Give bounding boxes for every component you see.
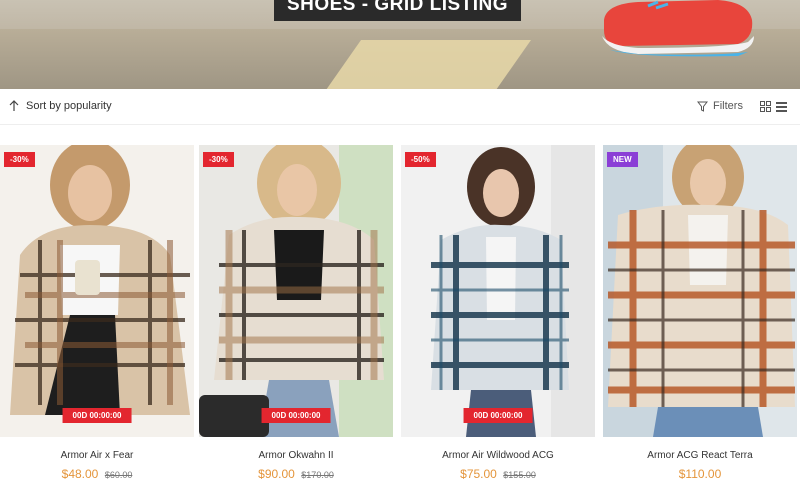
view-switcher [760,101,787,112]
product-image[interactable]: -30% 00D 00:00:00 [199,145,393,437]
original-price: $155.00 [503,470,536,480]
product-image[interactable]: -30% 00D 00:00:00 [0,145,194,437]
model-photo [603,145,795,437]
product-image[interactable]: -50% 00D 00:00:00 [401,145,595,437]
sort-label: Sort by popularity [26,100,112,112]
product-price: $48.00 $60.00 [0,465,194,483]
filters-label: Filters [713,100,743,112]
original-price: $60.00 [104,470,133,480]
product-card[interactable]: NEW Armor ACG React Terra $110.00 [603,145,797,483]
model-photo [199,145,393,437]
product-price: $110.00 [603,465,797,483]
product-name[interactable]: Armor Okwahn II [199,450,393,461]
model-photo [10,145,190,415]
sale-price: $75.00 [460,467,497,481]
arrow-up-icon [9,100,19,111]
product-name[interactable]: Armor Air Wildwood ACG [401,450,595,461]
discount-badge: -50% [405,152,436,167]
filter-funnel-icon [697,101,708,112]
product-name[interactable]: Armor ACG React Terra [603,450,797,461]
list-view-icon[interactable] [776,101,787,112]
listing-toolbar: Sort by popularity Filters [0,89,800,125]
product-card[interactable]: -30% 00D 00:00:00 Armor Okwahn II $90.00… [199,145,393,483]
filters-button[interactable]: Filters [697,100,743,112]
sort-dropdown[interactable]: Sort by popularity [8,100,112,112]
countdown-timer: 00D 00:00:00 [261,408,331,423]
page-title: SHOES - GRID LISTING [286,0,509,15]
product-card[interactable]: -30% 00D 00:00:00 Armor Air x Fear $48.0… [0,145,194,483]
page-title-box: SHOES - GRID LISTING [274,0,521,21]
sale-price: $48.00 [61,467,99,481]
discount-badge: -30% [203,152,234,167]
product-image[interactable]: NEW [603,145,797,437]
discount-badge: -30% [4,152,35,167]
grid-view-icon[interactable] [760,101,771,112]
product-price: $90.00 $170.00 [199,465,393,483]
hero-banner: SHOES - GRID LISTING [0,0,800,89]
product-price: $75.00 $155.00 [401,465,595,483]
model-photo [431,145,595,437]
product-card[interactable]: -50% 00D 00:00:00 Armor Air Wildwood ACG… [401,145,595,483]
sneaker-image [602,0,754,57]
original-price: $170.00 [301,470,334,480]
new-badge: NEW [607,152,638,167]
product-name[interactable]: Armor Air x Fear [0,450,194,461]
countdown-timer: 00D 00:00:00 [463,408,533,423]
sale-price: $90.00 [258,467,295,481]
price: $110.00 [678,467,722,481]
countdown-timer: 00D 00:00:00 [62,408,132,423]
